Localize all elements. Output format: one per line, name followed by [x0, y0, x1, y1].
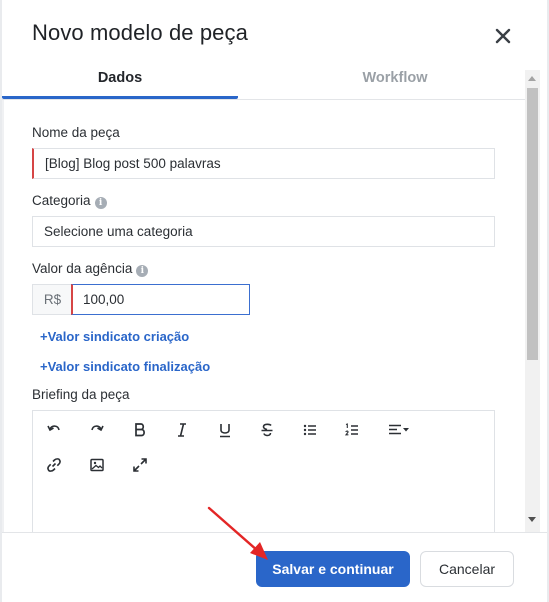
info-icon[interactable]: i	[94, 197, 107, 209]
tab-bar: Dados Workflow	[2, 66, 525, 99]
agency-value-label-text: Valor da agência	[32, 261, 133, 276]
link-icon[interactable]	[43, 454, 65, 476]
align-dropdown-icon[interactable]	[385, 419, 415, 441]
currency-prefix: R$	[32, 284, 72, 315]
vertical-scrollbar[interactable]	[525, 70, 540, 532]
cancel-button[interactable]: Cancelar	[420, 551, 514, 587]
numbered-list-icon[interactable]	[341, 419, 363, 441]
dialog-title: Novo modelo de peça	[32, 20, 248, 45]
briefing-label: Briefing da peça	[32, 387, 130, 402]
fullscreen-icon[interactable]	[129, 454, 151, 476]
redo-icon[interactable]	[86, 419, 108, 441]
close-icon[interactable]	[493, 26, 513, 46]
agency-value-input[interactable]: 100,00	[71, 284, 250, 315]
scroll-up-arrow-icon[interactable]	[528, 76, 536, 81]
strikethrough-icon[interactable]	[256, 419, 278, 441]
new-part-model-dialog: Novo modelo de peça Dados Workflow Nome …	[2, 0, 547, 602]
dialog-footer: Salvar e continuar Cancelar	[2, 532, 547, 602]
category-select[interactable]: Selecione uma categoria	[32, 216, 495, 247]
tabs-divider	[2, 99, 525, 100]
category-label-text: Categoria	[32, 193, 91, 208]
add-finalization-union-value-link[interactable]: +Valor sindicato finalização	[40, 359, 210, 374]
info-icon[interactable]: i	[136, 265, 149, 277]
name-label: Nome da peça	[32, 125, 120, 140]
undo-icon[interactable]	[43, 419, 65, 441]
category-label: Categoria i	[32, 193, 107, 209]
underline-icon[interactable]	[214, 419, 236, 441]
italic-icon[interactable]	[171, 419, 193, 441]
tab-workflow[interactable]: Workflow	[302, 66, 488, 96]
scrollbar-thumb[interactable]	[527, 88, 538, 360]
name-input[interactable]: [Blog] Blog post 500 palavras	[32, 148, 495, 179]
scroll-area-edge	[2, 100, 4, 532]
tab-dados[interactable]: Dados	[2, 66, 238, 99]
bold-icon[interactable]	[129, 419, 151, 441]
image-icon[interactable]	[86, 454, 108, 476]
scroll-down-arrow-icon[interactable]	[528, 517, 536, 522]
bullet-list-icon[interactable]	[299, 419, 321, 441]
add-creation-union-value-link[interactable]: +Valor sindicato criação	[40, 329, 189, 344]
agency-value-label: Valor da agência i	[32, 261, 149, 277]
save-and-continue-button[interactable]: Salvar e continuar	[256, 551, 410, 587]
briefing-editor[interactable]	[32, 410, 495, 550]
